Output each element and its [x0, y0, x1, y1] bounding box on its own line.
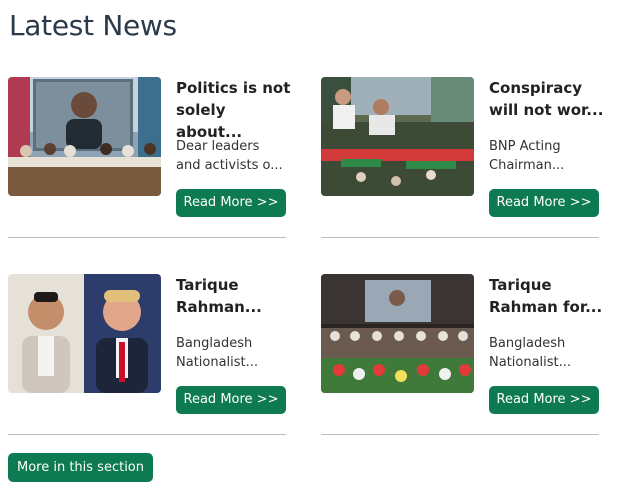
news-excerpt: Bangladesh Nationalist...	[489, 336, 572, 370]
news-title[interactable]: Tarique Rahman...	[176, 274, 291, 318]
news-thumbnail[interactable]	[321, 77, 474, 196]
news-thumbnail[interactable]	[8, 274, 161, 393]
divider	[321, 434, 599, 435]
read-more-button[interactable]: Read More >>	[176, 386, 286, 414]
conference-speaker-screen-photo	[8, 77, 161, 196]
news-excerpt: Dear leaders and activists o...	[176, 139, 283, 173]
read-more-button[interactable]: Read More >>	[489, 189, 599, 217]
divider	[8, 237, 286, 238]
news-card: Tarique Rahman for... Bangladesh Nationa…	[321, 274, 611, 439]
section-heading: Latest News	[9, 9, 177, 42]
news-card: Conspiracy will not wor... BNP Acting Ch…	[321, 77, 611, 242]
street-rally-crowd-photo	[321, 77, 474, 196]
news-thumbnail[interactable]	[8, 77, 161, 196]
news-thumbnail[interactable]	[321, 274, 474, 393]
news-excerpt: BNP Acting Chairman...	[489, 139, 565, 173]
read-more-button[interactable]: Read More >>	[176, 189, 286, 217]
news-card: Tarique Rahman... Bangladesh Nationalist…	[8, 274, 298, 439]
more-in-section-button[interactable]: More in this section	[8, 453, 153, 482]
two-portraits-photo	[8, 274, 161, 393]
news-title[interactable]: Politics is not solely about...	[176, 77, 291, 143]
news-title[interactable]: Tarique Rahman for...	[489, 274, 604, 318]
stage-event-flowers-photo	[321, 274, 474, 393]
divider	[8, 434, 286, 435]
news-excerpt: Bangladesh Nationalist...	[176, 336, 259, 370]
divider	[321, 237, 599, 238]
news-title[interactable]: Conspiracy will not wor...	[489, 77, 604, 121]
read-more-button[interactable]: Read More >>	[489, 386, 599, 414]
news-card: Politics is not solely about... Dear lea…	[8, 77, 298, 242]
